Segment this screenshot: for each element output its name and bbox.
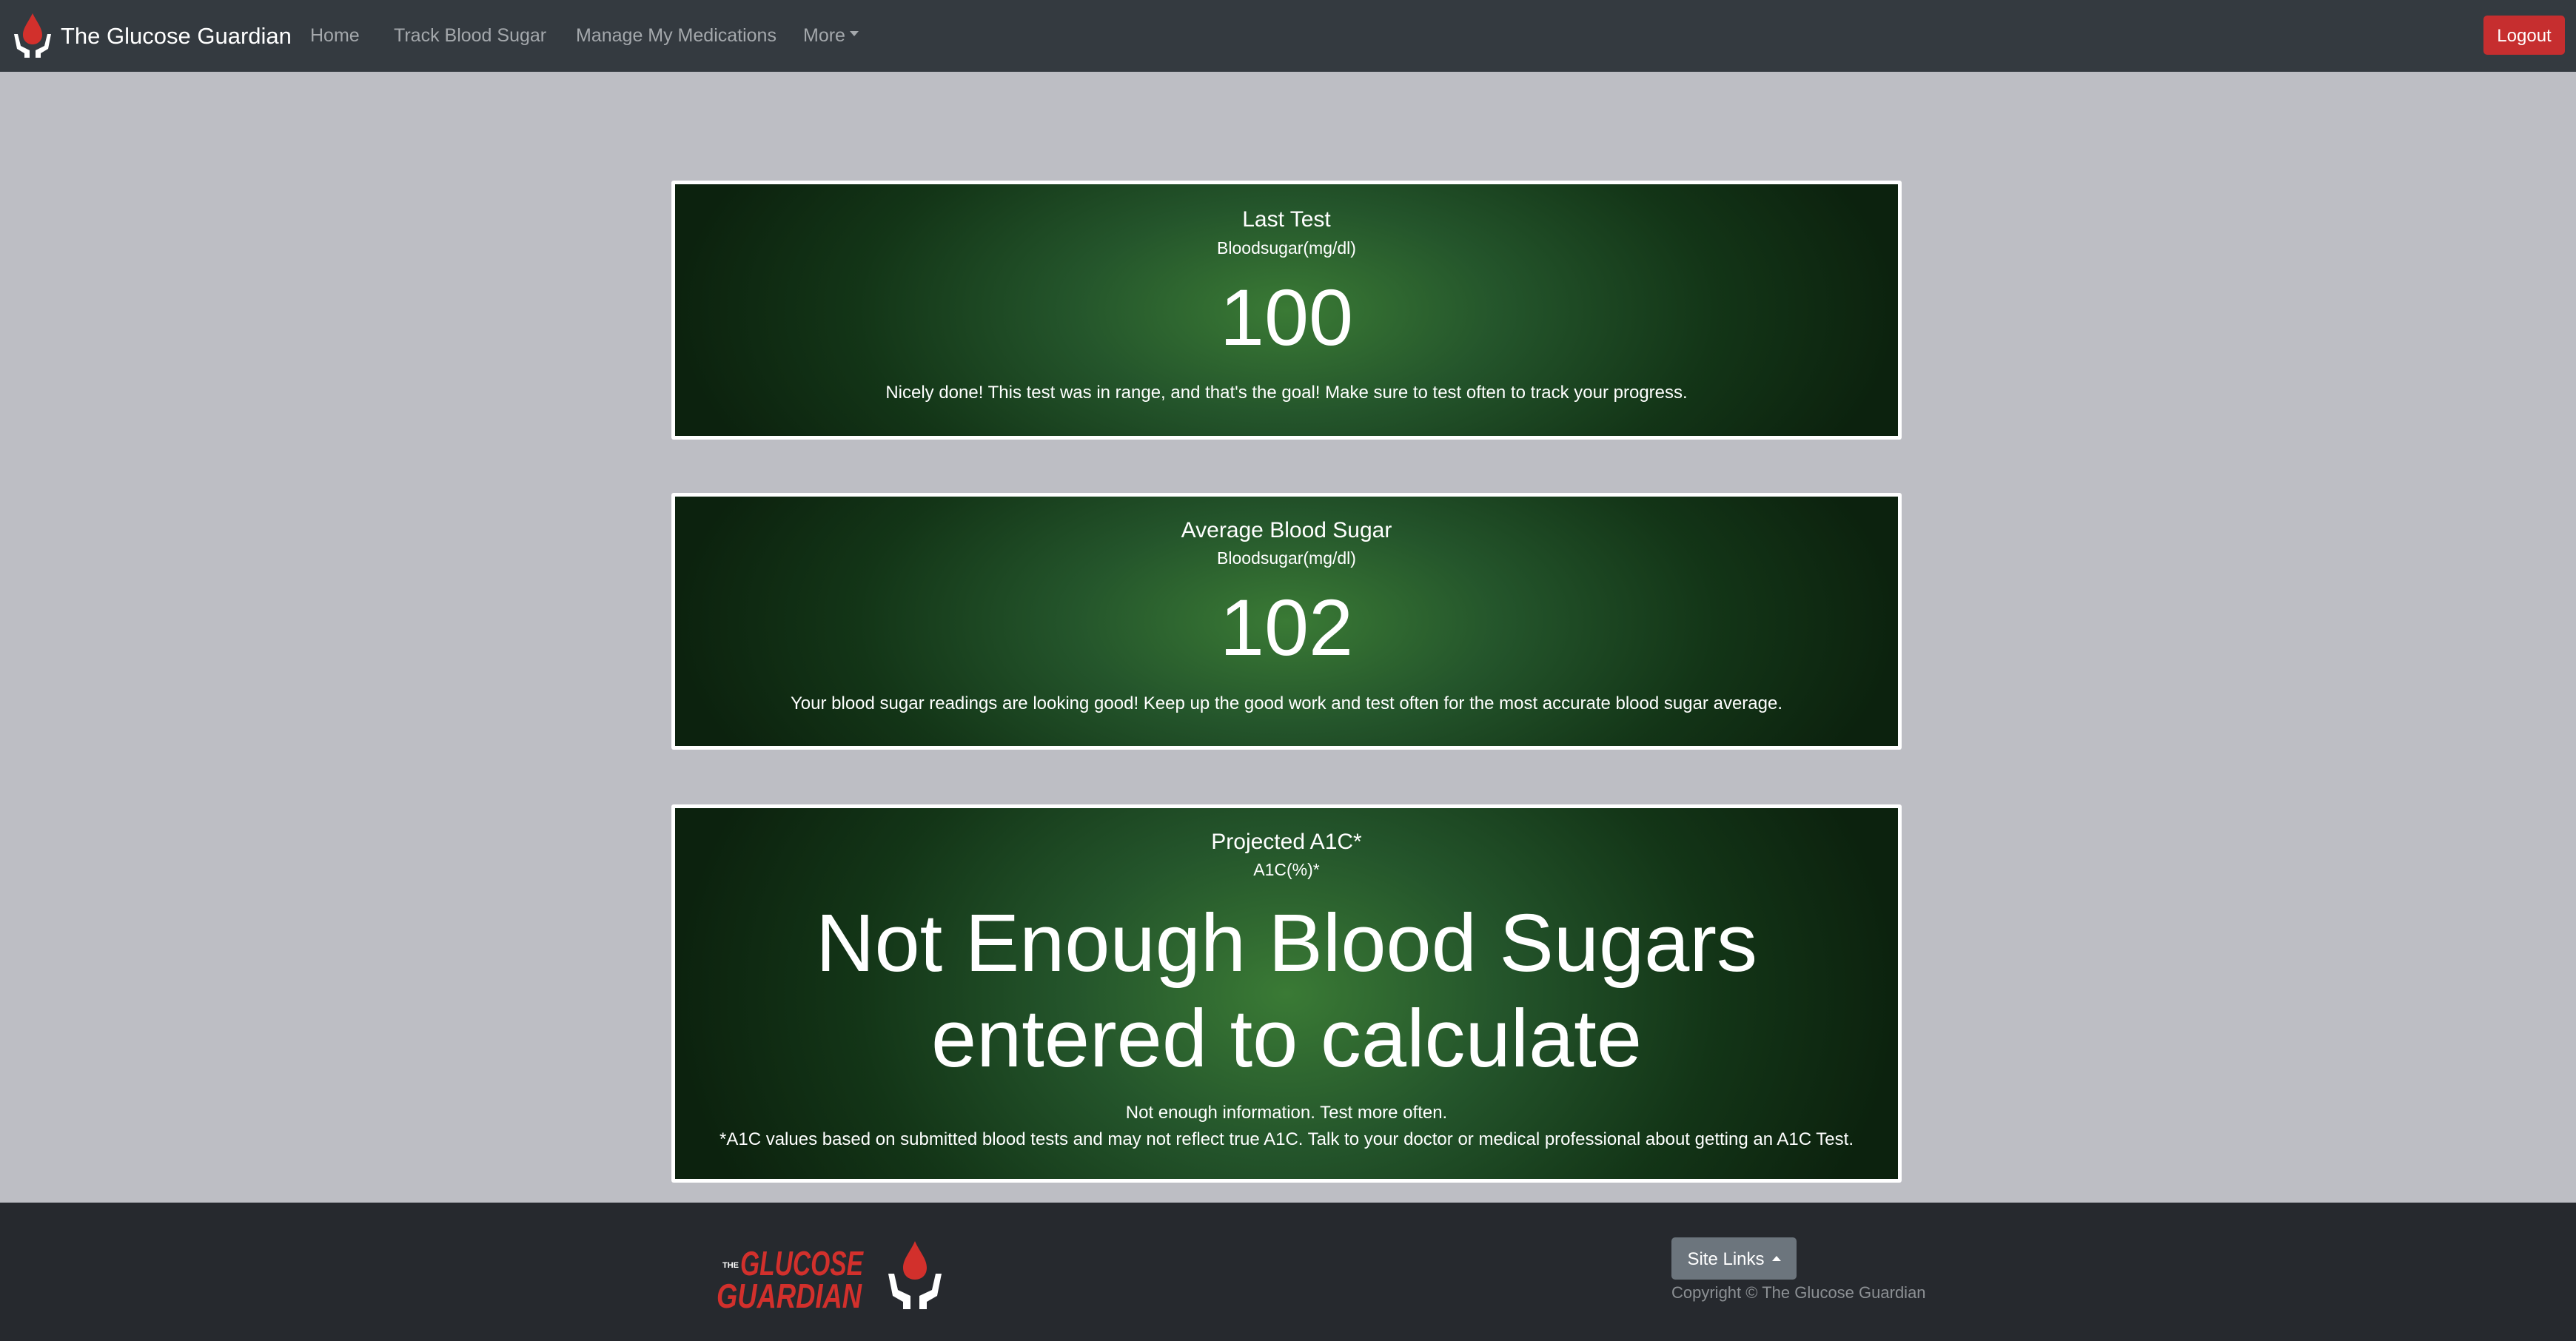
site-links-button[interactable]: Site Links [1671, 1237, 1797, 1280]
card-title: Average Blood Sugar [1181, 518, 1392, 542]
card-message: Nicely done! This test was in range, and… [885, 383, 1688, 403]
top-navbar: The Glucose Guardian Home Track Blood Su… [0, 0, 2576, 72]
card-title: Last Test [1242, 207, 1331, 232]
brand-name: The Glucose Guardian [61, 22, 292, 49]
card-subtitle: A1C(%)* [1253, 860, 1320, 879]
caret-up-icon [1771, 1256, 1781, 1262]
card-subtitle: Bloodsugar(mg/dl) [1217, 238, 1356, 258]
nav-track-blood-sugar[interactable]: Track Blood Sugar [394, 22, 546, 49]
logo-prefix: THE [722, 1261, 739, 1270]
nav-more-dropdown[interactable]: More [803, 22, 859, 49]
site-links-label: Site Links [1687, 1249, 1765, 1269]
last-test-value: 100 [1219, 272, 1354, 362]
projected-a1c-card: Projected A1C* A1C(%)* Not Enough Blood … [671, 804, 1902, 1183]
a1c-value-line-2: entered to calculate [930, 993, 1643, 1084]
last-test-card-body: Last Test Bloodsugar(mg/dl) 100 Nicely d… [675, 184, 1898, 436]
last-test-card: Last Test Bloodsugar(mg/dl) 100 Nicely d… [671, 181, 1902, 440]
average-card-body: Average Blood Sugar Bloodsugar(mg/dl) 10… [675, 497, 1898, 746]
copyright-text: Copyright © The Glucose Guardian [1671, 1283, 1926, 1302]
page-footer: THE GLUCOSE GUARDIAN Site Links Copyrigh… [0, 1203, 2576, 1341]
a1c-disclaimer: *A1C values based on submitted blood tes… [720, 1129, 1854, 1149]
average-value: 102 [1219, 582, 1354, 672]
logo-word-2: GUARDIAN [717, 1277, 862, 1311]
card-message: Your blood sugar readings are looking go… [790, 693, 1782, 713]
a1c-value-line-1: Not Enough Blood Sugars [816, 898, 1757, 989]
nav-manage-medications[interactable]: Manage My Medications [576, 22, 777, 49]
card-message: Not enough information. Test more often. [1125, 1103, 1448, 1123]
card-subtitle: Bloodsugar(mg/dl) [1217, 548, 1356, 568]
nav-home[interactable]: Home [310, 22, 360, 49]
brand-link[interactable]: The Glucose Guardian [12, 12, 292, 59]
caret-down-icon [849, 30, 859, 36]
glucose-guardian-logo: THE GLUCOSE GUARDIAN [717, 1241, 942, 1315]
card-title: Projected A1C* [1211, 830, 1362, 854]
average-blood-sugar-card: Average Blood Sugar Bloodsugar(mg/dl) 10… [671, 493, 1902, 750]
a1c-card-body: Projected A1C* A1C(%)* Not Enough Blood … [675, 808, 1898, 1179]
footer-logo[interactable]: THE GLUCOSE GUARDIAN [715, 1240, 952, 1315]
nav-more-label: More [803, 25, 845, 46]
logout-button[interactable]: Logout [2483, 16, 2565, 55]
blood-drop-hands-icon [14, 13, 51, 58]
